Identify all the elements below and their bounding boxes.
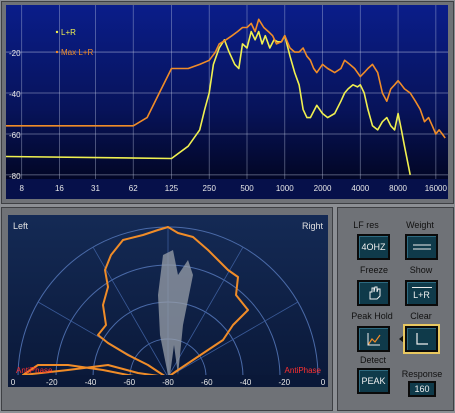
freeze-button[interactable] <box>357 280 390 306</box>
legend-lr: L+R <box>61 28 76 37</box>
spectrum-y-tick-label: -80 <box>9 172 21 181</box>
spectrum-y-tick-label: -40 <box>9 90 21 99</box>
spectrum-y-tick-label: -20 <box>9 49 21 58</box>
selector-arrow-icon <box>399 335 404 343</box>
peak-hold-label: Peak Hold <box>351 311 393 321</box>
clear-label: Clear <box>410 311 432 321</box>
show-label: Show <box>409 265 433 275</box>
response-label: Response <box>401 369 443 379</box>
lf-res-label: LF res <box>353 220 379 230</box>
phase-scale-label: 0 <box>11 378 16 387</box>
phase-left-label: Left <box>13 221 29 231</box>
phase-scope: Left Right AntiPhase AntiPhase 0 -20 -40 -6… <box>8 215 328 387</box>
phase-scale-label: -60 <box>201 378 213 387</box>
spectrum-x-tick-label: 4000 <box>351 184 369 193</box>
detect-button[interactable]: PEAK <box>357 368 390 394</box>
show-button[interactable]: L+R <box>405 280 438 306</box>
phase-scale-label: -40 <box>240 378 252 387</box>
show-bar <box>411 286 432 288</box>
legend-max-lr: Max L+R <box>61 48 93 57</box>
show-button-label: L+R <box>413 289 430 300</box>
phase-right-label: Right <box>302 221 324 231</box>
phase-scale-label: 0 <box>321 378 326 387</box>
weight-lines-icon <box>412 244 431 250</box>
legend-max-dot <box>55 50 59 54</box>
peak-hold-button[interactable] <box>357 326 390 352</box>
spectrum-x-tick-label: 2000 <box>314 184 332 193</box>
spectrum-x-tick-label: 16000 <box>425 184 448 193</box>
phase-antiphase-left: AntiPhase <box>16 366 53 375</box>
spectrum-x-tick-label: 16 <box>55 184 64 193</box>
spectrum-x-tick-label: 500 <box>240 184 254 193</box>
spectrum-x-tick-label: 62 <box>129 184 138 193</box>
spectrum-xaxis-band <box>6 179 448 199</box>
weight-button[interactable] <box>405 234 438 260</box>
spectrum-x-tick-label: 31 <box>91 184 100 193</box>
clear-icon <box>415 333 428 345</box>
detect-label: Detect <box>359 355 386 365</box>
response-field[interactable]: 160 <box>408 381 436 397</box>
phase-scale-label: -60 <box>123 378 135 387</box>
spectrum-x-tick-label: 250 <box>203 184 217 193</box>
phase-scale-label: -20 <box>278 378 290 387</box>
freeze-label: Freeze <box>359 265 388 275</box>
spectrum-analyzer: -20 -40 -60 -80 8 16 31 62 125 250 500 1000 2000 400… <box>6 5 448 199</box>
clear-button[interactable] <box>403 324 440 354</box>
spectrum-x-tick-label: 8000 <box>389 184 407 193</box>
spectrum-x-tick-label: 8 <box>19 184 24 193</box>
spectrum-x-tick-label: 1000 <box>276 184 294 193</box>
phase-scale-label: -40 <box>85 378 97 387</box>
phase-scale-label: -80 <box>162 378 174 387</box>
phase-scale-label: -20 <box>46 378 58 387</box>
legend-lr-dot <box>55 30 59 34</box>
hand-icon <box>369 286 380 300</box>
weight-label: Weight <box>406 220 434 230</box>
lf-res-button[interactable]: 4OHZ <box>357 234 390 260</box>
spectrum-y-tick-label: -60 <box>9 131 21 140</box>
phase-antiphase-right: AntiPhase <box>285 366 322 375</box>
spectrum-x-tick-label: 125 <box>165 184 179 193</box>
peak-hold-icon <box>367 333 380 346</box>
